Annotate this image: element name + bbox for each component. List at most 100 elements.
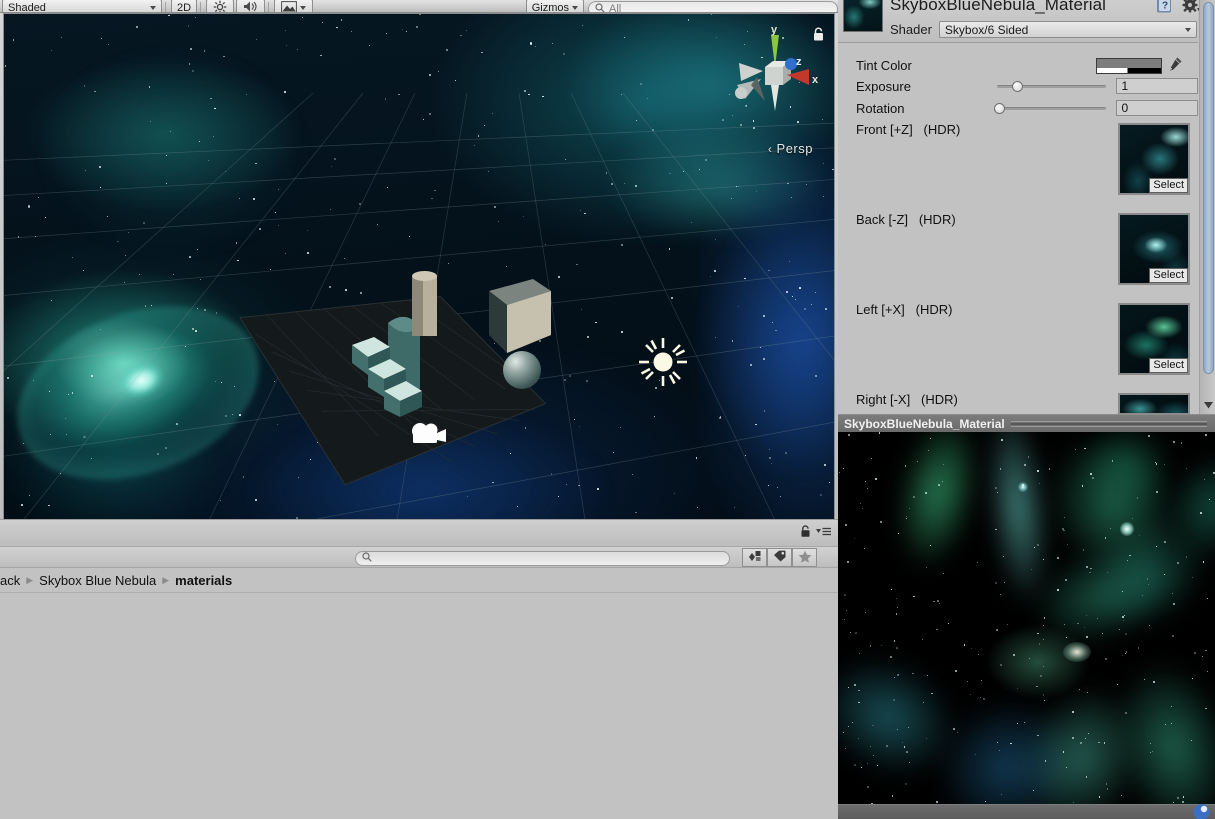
lock-icon[interactable] <box>800 525 811 541</box>
2d-toggle-label: 2D <box>177 2 192 13</box>
gizmos-dropdown[interactable]: Gizmos <box>525 0 584 12</box>
draw-mode-dropdown[interactable]: Shaded <box>2 0 162 13</box>
cylinder-object[interactable] <box>408 268 444 346</box>
breadcrumb: ack ▶ Skybox Blue Nebula ▶ materials <box>0 568 838 592</box>
rotation-row: Rotation 0 <box>838 100 1198 116</box>
inspector-body: Tint Color Exposure 1 Rotation 0 Front [… <box>838 44 1198 414</box>
back-texture-select-button[interactable]: Select <box>1149 268 1188 283</box>
directional-light-gizmo-icon[interactable] <box>637 336 689 388</box>
exposure-label: Exposure <box>856 78 911 94</box>
left-texture-select-button[interactable]: Select <box>1149 358 1188 373</box>
scene-view-toolbar: Shaded 2D Gizmos All <box>0 0 838 13</box>
filter-by-label-button[interactable] <box>767 548 792 567</box>
tint-color-label: Tint Color <box>856 58 912 73</box>
alpha-bar <box>1097 67 1161 73</box>
shader-row: Shader Skybox/6 Sided <box>890 21 1197 38</box>
chevron-left-icon: ‹ <box>767 142 773 156</box>
front-texture-select-button[interactable]: Select <box>1149 178 1188 193</box>
chevron-down-icon <box>1184 27 1191 32</box>
filter-by-type-button[interactable] <box>742 548 767 567</box>
rotation-slider[interactable] <box>994 102 1107 114</box>
inspector-scrollbar-thumb[interactable] <box>1203 2 1214 374</box>
right-texture-label: Right [-X] (HDR) <box>856 392 958 407</box>
breadcrumb-item-skybox-blue-nebula[interactable]: Skybox Blue Nebula <box>39 573 156 588</box>
right-texture-slot[interactable] <box>1118 393 1190 414</box>
rotation-label: Rotation <box>856 100 905 116</box>
exposure-slider-knob[interactable] <box>1011 80 1023 92</box>
back-texture-slot[interactable]: Select <box>1118 213 1190 285</box>
scene-lighting-toggle[interactable] <box>206 0 235 12</box>
scene-view-panel: Shaded 2D Gizmos All y z x ‹ Persp <box>0 0 838 520</box>
scene-search-input[interactable]: All <box>588 1 838 13</box>
skybox-preview-render[interactable] <box>838 432 1215 804</box>
material-thumbnail <box>843 0 883 32</box>
gizmo-axis-z-label: z <box>796 56 802 68</box>
preview-footer <box>838 801 1215 819</box>
material-preview-panel: SkyboxBlueNebula_Material <box>838 414 1215 819</box>
inspector-scrollbar[interactable] <box>1199 0 1215 414</box>
project-browser-panel: ack ▶ Skybox Blue Nebula ▶ materials <box>0 519 838 819</box>
project-toolbar <box>0 546 838 568</box>
breadcrumb-separator-icon: ▶ <box>162 574 170 585</box>
project-asset-grid[interactable] <box>0 592 838 819</box>
2d-toggle-button[interactable]: 2D <box>171 0 198 13</box>
camera-gizmo-icon[interactable] <box>407 418 449 450</box>
chevron-down-icon <box>300 6 307 10</box>
search-icon <box>362 552 372 565</box>
inspector-panel: SkyboxBlueNebula_Material ? Shader Skybo… <box>838 0 1215 414</box>
rotation-slider-knob[interactable] <box>994 102 1006 114</box>
search-icon <box>595 2 605 12</box>
scene-search-value: All <box>609 3 622 13</box>
speaker-icon <box>243 0 258 12</box>
image-icon <box>281 0 297 12</box>
project-search-input[interactable] <box>355 551 730 566</box>
preview-starfield <box>838 432 1215 804</box>
left-texture-label: Left [+X] (HDR) <box>856 302 953 317</box>
draw-mode-label: Shaded <box>8 2 46 13</box>
front-texture-label: Front [+Z] (HDR) <box>856 122 961 137</box>
shader-dropdown[interactable]: Skybox/6 Sided <box>938 21 1197 38</box>
lock-icon[interactable] <box>812 27 825 45</box>
preview-title: SkyboxBlueNebula_Material <box>844 416 1005 431</box>
project-panel-tabstrip <box>0 520 838 546</box>
left-texture-slot[interactable]: Select <box>1118 303 1190 375</box>
sphere-object[interactable] <box>503 351 541 389</box>
exposure-slider[interactable] <box>997 80 1107 92</box>
scene-audio-toggle[interactable] <box>236 0 266 12</box>
material-sphere-icon[interactable] <box>1191 801 1212 819</box>
breadcrumb-item-pack[interactable]: ack <box>0 573 20 588</box>
inspector-header: SkyboxBlueNebula_Material ? Shader Skybo… <box>838 0 1202 43</box>
scene-viewport[interactable]: y z x ‹ Persp <box>3 13 835 520</box>
preview-resize-grip[interactable] <box>1010 420 1208 427</box>
unity-editor-window: Shaded 2D Gizmos All y z x ‹ Persp ack ▶… <box>0 0 1215 819</box>
rotation-value-field[interactable]: 0 <box>1116 100 1198 116</box>
exposure-value-field[interactable]: 1 <box>1116 78 1198 94</box>
shader-label: Shader <box>890 22 932 37</box>
preview-header[interactable]: SkyboxBlueNebula_Material <box>838 414 1215 432</box>
help-book-icon[interactable]: ? <box>1156 0 1173 17</box>
hamburger-menu-icon[interactable] <box>816 526 832 540</box>
exposure-row: Exposure 1 <box>838 78 1198 94</box>
shader-value: Skybox/6 Sided <box>944 22 1029 37</box>
gizmo-axis-y-label: y <box>771 24 778 36</box>
breadcrumb-item-materials[interactable]: materials <box>175 573 232 588</box>
inspector-title: SkyboxBlueNebula_Material <box>890 0 1107 14</box>
object-filter-icon <box>748 550 762 565</box>
chevron-down-icon[interactable] <box>1200 398 1215 412</box>
svg-text:?: ? <box>1162 1 1168 12</box>
cube-object[interactable] <box>485 273 555 358</box>
favorites-button[interactable] <box>792 548 817 567</box>
back-texture-label: Back [-Z] (HDR) <box>856 212 956 227</box>
chevron-down-icon <box>150 6 156 10</box>
star-icon <box>798 550 812 566</box>
front-texture-slot[interactable]: Select <box>1118 123 1190 195</box>
scene-orientation-gizmo[interactable]: y z x <box>727 23 819 153</box>
toolbar-divider <box>268 2 270 12</box>
tint-color-swatch[interactable] <box>1096 57 1162 74</box>
projection-mode-label[interactable]: ‹ Persp <box>768 141 813 156</box>
sun-icon <box>213 0 227 12</box>
toolbar-divider <box>200 2 202 12</box>
eyedropper-icon[interactable] <box>1168 56 1183 75</box>
tint-color-row: Tint Color <box>838 56 1198 75</box>
scene-effects-dropdown[interactable] <box>274 0 314 12</box>
